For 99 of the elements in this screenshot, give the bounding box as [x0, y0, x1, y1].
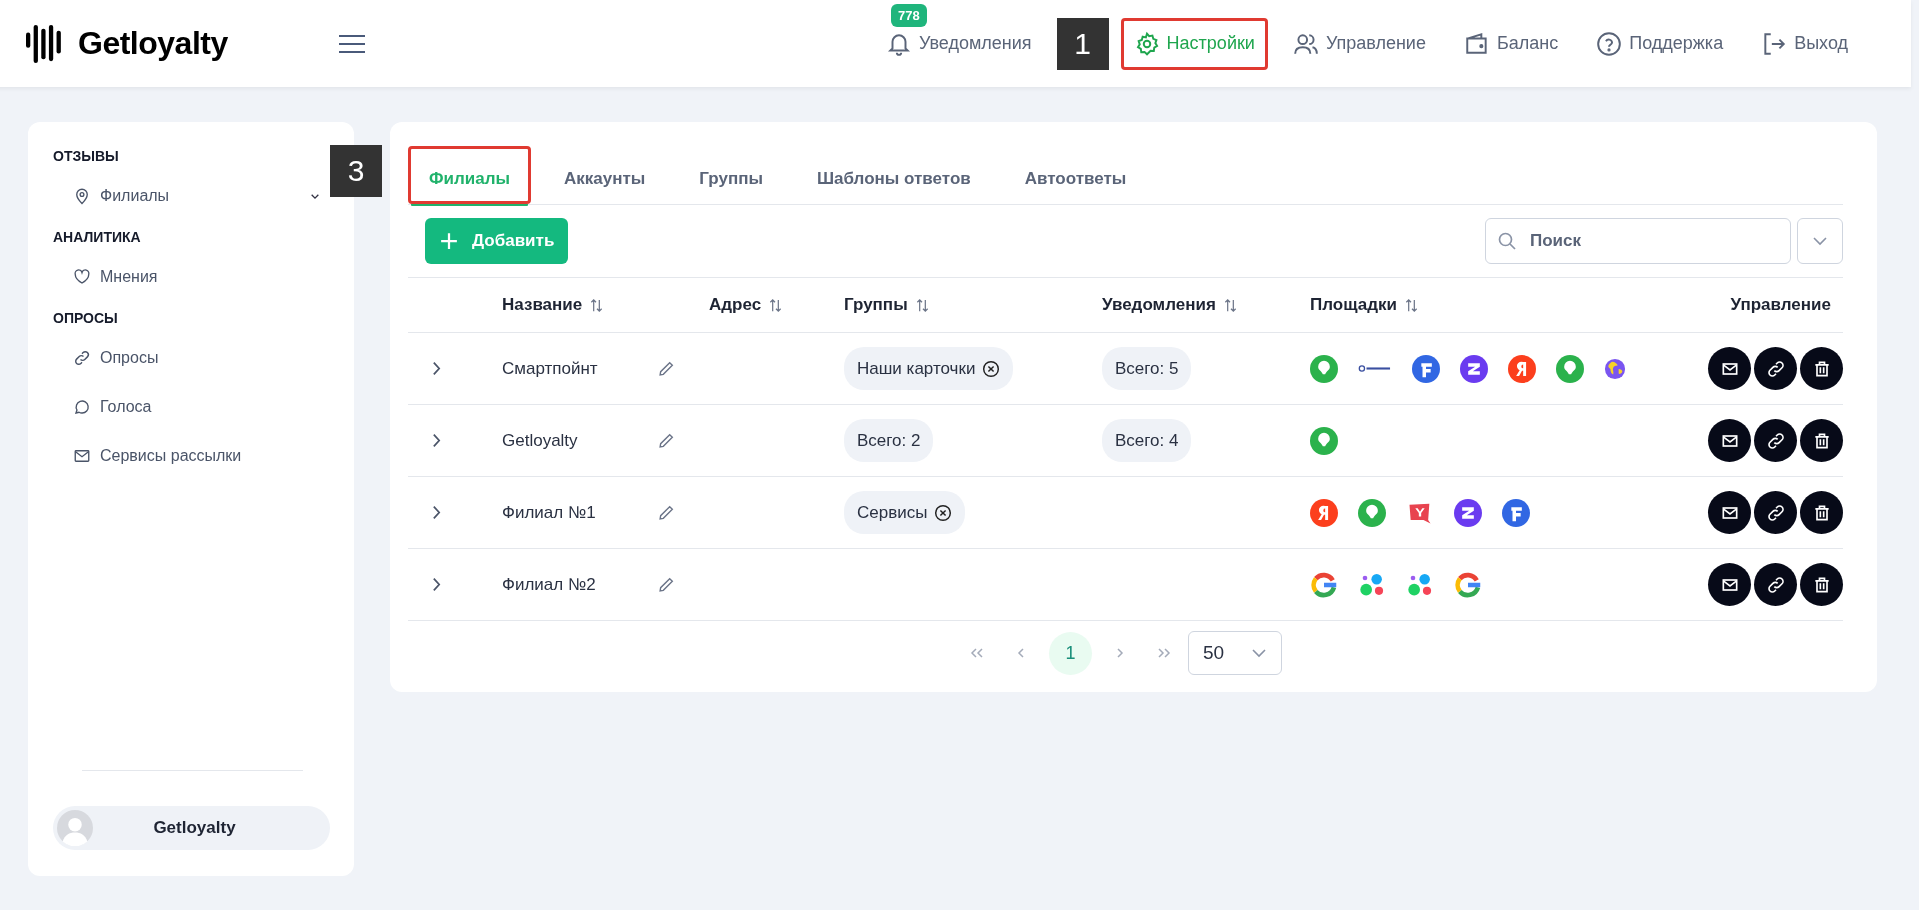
heart-icon [73, 268, 91, 286]
group-tag: Наши карточки [844, 347, 1014, 390]
link-icon [1765, 358, 1786, 379]
google-logo-icon [1454, 570, 1482, 599]
table-cell: Филиал №1 [502, 502, 596, 523]
column-header[interactable]: Название [502, 295, 605, 315]
notification-count-badge: 778 [891, 3, 927, 27]
tab[interactable]: Шаблоны ответов [796, 146, 992, 204]
sidebar-item[interactable]: Опросы [53, 342, 330, 374]
edit-pencil-icon[interactable] [658, 360, 675, 377]
menu-icon[interactable] [338, 34, 365, 53]
user-profile-button[interactable]: Getloyalty [53, 806, 330, 850]
sort-icon [1222, 297, 1238, 313]
expand-chevron-icon[interactable] [432, 577, 441, 592]
section-heading: ОПРОСЫ [53, 310, 119, 326]
email-button[interactable] [1708, 347, 1751, 390]
group-tag: Всего: 2 [844, 419, 934, 462]
globe-icon [1604, 357, 1626, 380]
ya-letter-logo-icon [1310, 498, 1338, 527]
section-heading: АНАЛИТИКА [53, 229, 142, 245]
link-icon [73, 349, 91, 367]
pin-logo-icon [1556, 354, 1584, 383]
location-pin-icon [73, 187, 91, 205]
column-header[interactable]: Группы [844, 295, 930, 315]
edit-pencil-icon[interactable] [658, 432, 675, 449]
pin-logo-icon [1358, 498, 1386, 527]
link-button[interactable] [1754, 563, 1797, 606]
column-header[interactable]: Уведомления [1102, 295, 1238, 315]
nav-link[interactable]: Поддержка [1583, 17, 1737, 70]
page-button[interactable]: 1 [1049, 631, 1092, 675]
sort-icon [589, 297, 605, 313]
sort-icon [1403, 297, 1419, 313]
nav-link[interactable]: Управление [1279, 17, 1439, 70]
nav-link[interactable]: Баланс [1450, 17, 1572, 70]
sort-icon [914, 297, 930, 313]
delete-button[interactable] [1800, 419, 1843, 462]
link-button[interactable] [1754, 347, 1797, 390]
sidebar-item[interactable]: Голоса [53, 391, 330, 423]
search-field[interactable]: Поиск [1485, 218, 1791, 264]
table-cell: Филиал №2 [502, 574, 596, 595]
link-button[interactable] [1754, 419, 1797, 462]
plus-icon [440, 232, 458, 250]
section-heading: ОТЗЫВЫ [53, 148, 120, 164]
chevron-down-icon [1812, 236, 1828, 246]
delete-button[interactable] [1800, 491, 1843, 534]
email-button[interactable] [1708, 563, 1751, 606]
table-cell: Смартпойнт [502, 358, 598, 379]
email-button[interactable] [1708, 419, 1751, 462]
google-logo-icon [1310, 570, 1338, 599]
annotation-marker: 1 [1056, 17, 1109, 70]
sidebar-item[interactable]: Филиалы [53, 180, 330, 212]
link-icon [1765, 430, 1786, 451]
wordmark-logo-icon [1358, 363, 1392, 374]
sort-icon [768, 297, 784, 313]
link-icon [1765, 574, 1786, 595]
expand-chevron-icon[interactable] [432, 505, 441, 520]
expand-chevron-icon[interactable] [432, 433, 441, 448]
delete-button[interactable] [1800, 563, 1843, 606]
annotation-marker: 3 [330, 145, 382, 197]
tab[interactable]: Группы [678, 146, 784, 204]
f-letter-logo-icon [1412, 354, 1440, 383]
page-size-select[interactable]: 50 [1188, 631, 1282, 675]
table-cell: Getloyalty [502, 430, 578, 451]
sidebar-item[interactable]: Сервисы рассылки [53, 440, 330, 472]
wallet-icon [1463, 30, 1490, 57]
chevron-down-icon [1251, 648, 1267, 658]
pin-logo-icon [1310, 426, 1338, 455]
notifications-tag: Всего: 5 [1102, 347, 1192, 390]
edit-pencil-icon[interactable] [658, 576, 675, 593]
z-letter-logo-icon [1460, 354, 1488, 383]
nav-link[interactable]: Выход [1748, 17, 1861, 70]
f-letter-logo-icon [1502, 498, 1530, 527]
tab[interactable]: Автоответы [1003, 146, 1148, 204]
remove-circle-icon[interactable] [934, 503, 953, 522]
chat-bubble-icon [73, 398, 91, 416]
chevron-down-icon [310, 192, 320, 200]
delete-button[interactable] [1800, 347, 1843, 390]
link-icon [1765, 502, 1786, 523]
help-icon [1596, 30, 1623, 57]
exit-icon [1761, 30, 1788, 57]
sidebar-item[interactable]: Мнения [53, 261, 330, 293]
logo-text: Getloyalty [78, 25, 228, 62]
mail-icon [73, 447, 91, 465]
search-icon [1497, 231, 1517, 251]
expand-chevron-icon[interactable] [432, 361, 441, 376]
tab[interactable]: Аккаунты [543, 146, 667, 204]
link-button[interactable] [1754, 491, 1797, 534]
email-button[interactable] [1708, 491, 1751, 534]
ya-letter-logo-icon [1508, 354, 1536, 383]
avatar-icon [57, 810, 93, 846]
edit-pencil-icon[interactable] [658, 504, 675, 521]
column-header[interactable]: Адрес [709, 295, 784, 315]
remove-circle-icon[interactable] [982, 359, 1001, 378]
column-header[interactable]: Площадки [1310, 295, 1419, 315]
notifications-tag: Всего: 4 [1102, 419, 1192, 462]
column-header[interactable]: Управление [1730, 295, 1831, 315]
pin-logo-icon [1310, 354, 1338, 383]
group-tag: Сервисы [844, 491, 966, 534]
z-letter-logo-icon [1454, 498, 1482, 527]
